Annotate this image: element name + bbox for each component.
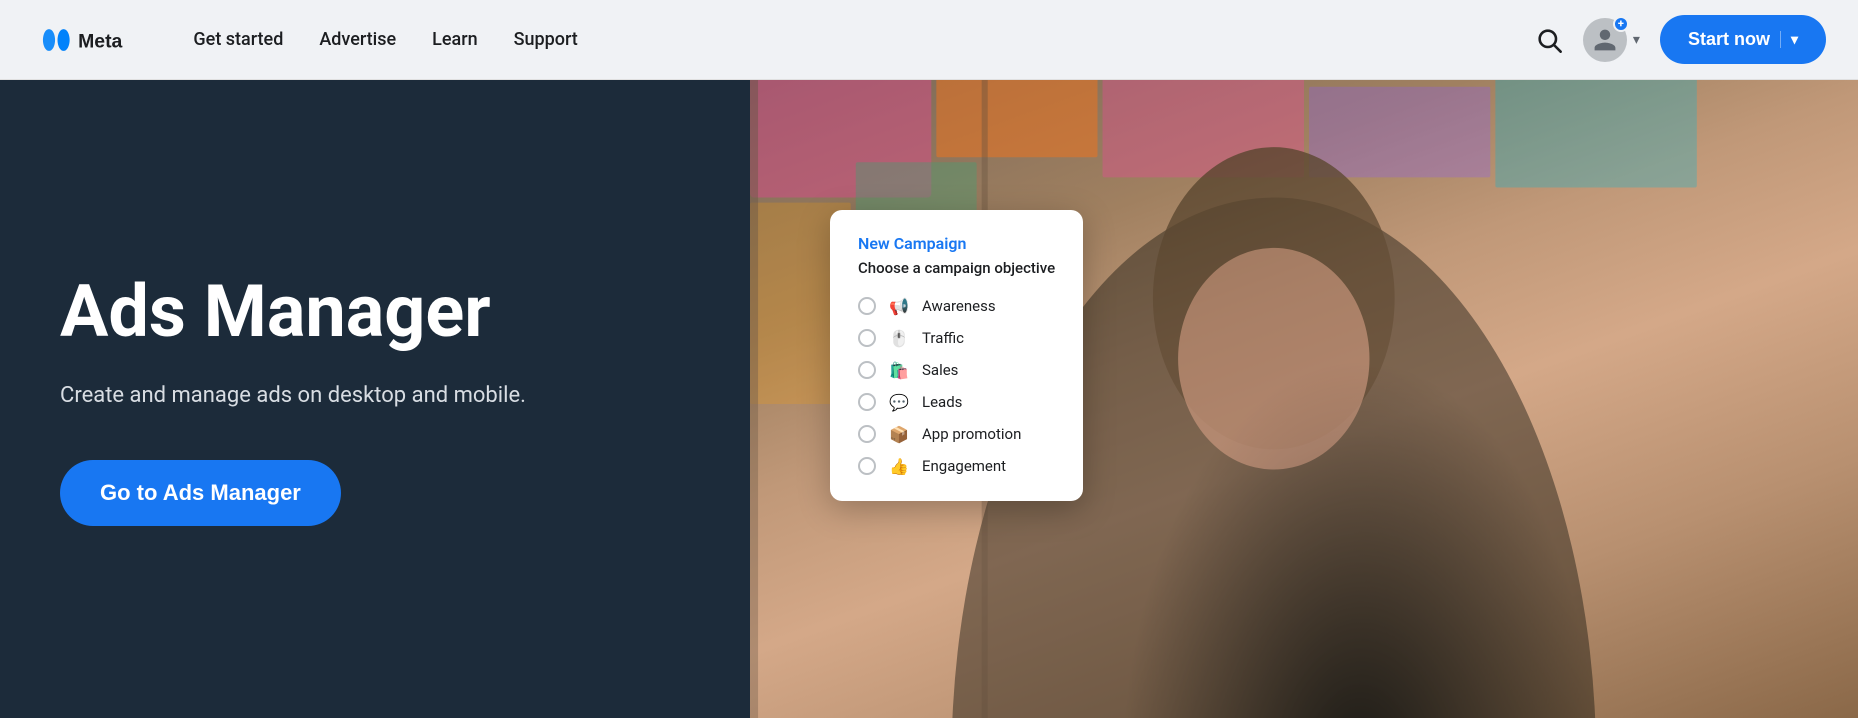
start-now-chevron-icon: ▾ xyxy=(1780,31,1798,48)
campaign-radio-leads xyxy=(858,393,876,411)
campaign-radio-engagement xyxy=(858,457,876,475)
svg-text:Meta: Meta xyxy=(78,30,122,52)
avatar: + xyxy=(1583,18,1627,62)
campaign-option-app-promotion[interactable]: 📦 App promotion xyxy=(858,423,1055,445)
campaign-card: New Campaign Choose a campaign objective… xyxy=(830,210,1083,501)
leads-icon: 💬 xyxy=(888,391,910,413)
user-avatar-button[interactable]: + ▾ xyxy=(1583,18,1640,62)
navbar: Meta Get started Advertise Learn Support… xyxy=(0,0,1858,80)
campaign-option-sales[interactable]: 🛍️ Sales xyxy=(858,359,1055,381)
nav-get-started[interactable]: Get started xyxy=(193,29,283,50)
campaign-option-awareness-label: Awareness xyxy=(922,297,996,315)
nav-right: + ▾ Start now ▾ xyxy=(1535,15,1826,64)
hero-left: Ads Manager Create and manage ads on des… xyxy=(0,80,750,718)
go-to-ads-manager-button[interactable]: Go to Ads Manager xyxy=(60,460,341,526)
engagement-icon: 👍 xyxy=(888,455,910,477)
campaign-option-engagement-label: Engagement xyxy=(922,457,1006,475)
campaign-radio-sales xyxy=(858,361,876,379)
hero-title: Ads Manager xyxy=(60,272,690,351)
campaign-card-title: New Campaign xyxy=(858,234,1055,253)
nav-links: Get started Advertise Learn Support xyxy=(193,29,1535,50)
campaign-option-leads[interactable]: 💬 Leads xyxy=(858,391,1055,413)
campaign-option-traffic-label: Traffic xyxy=(922,329,964,347)
avatar-chevron-icon: ▾ xyxy=(1633,32,1640,48)
nav-advertise[interactable]: Advertise xyxy=(319,29,396,50)
hero-section: Ads Manager Create and manage ads on des… xyxy=(0,80,1858,718)
sales-icon: 🛍️ xyxy=(888,359,910,381)
hero-subtitle: Create and manage ads on desktop and mob… xyxy=(60,379,690,412)
brand-logo[interactable]: Meta xyxy=(32,23,153,57)
campaign-card-subtitle: Choose a campaign objective xyxy=(858,259,1055,277)
campaign-option-traffic[interactable]: 🖱️ Traffic xyxy=(858,327,1055,349)
notification-badge: + xyxy=(1613,16,1629,32)
campaign-option-leads-label: Leads xyxy=(922,393,962,411)
campaign-radio-app-promotion xyxy=(858,425,876,443)
nav-support[interactable]: Support xyxy=(514,29,578,50)
nav-learn[interactable]: Learn xyxy=(432,29,477,50)
campaign-option-sales-label: Sales xyxy=(922,361,958,379)
start-now-button[interactable]: Start now ▾ xyxy=(1660,15,1826,64)
campaign-option-awareness[interactable]: 📢 Awareness xyxy=(858,295,1055,317)
search-button[interactable] xyxy=(1535,26,1563,54)
campaign-radio-awareness xyxy=(858,297,876,315)
campaign-radio-traffic xyxy=(858,329,876,347)
campaign-option-engagement[interactable]: 👍 Engagement xyxy=(858,455,1055,477)
awareness-icon: 📢 xyxy=(888,295,910,317)
campaign-options-list: 📢 Awareness 🖱️ Traffic 🛍️ Sales 💬 Le xyxy=(858,295,1055,477)
app-promotion-icon: 📦 xyxy=(888,423,910,445)
traffic-icon: 🖱️ xyxy=(888,327,910,349)
campaign-option-app-promotion-label: App promotion xyxy=(922,425,1021,443)
hero-right: New Campaign Choose a campaign objective… xyxy=(750,80,1858,718)
